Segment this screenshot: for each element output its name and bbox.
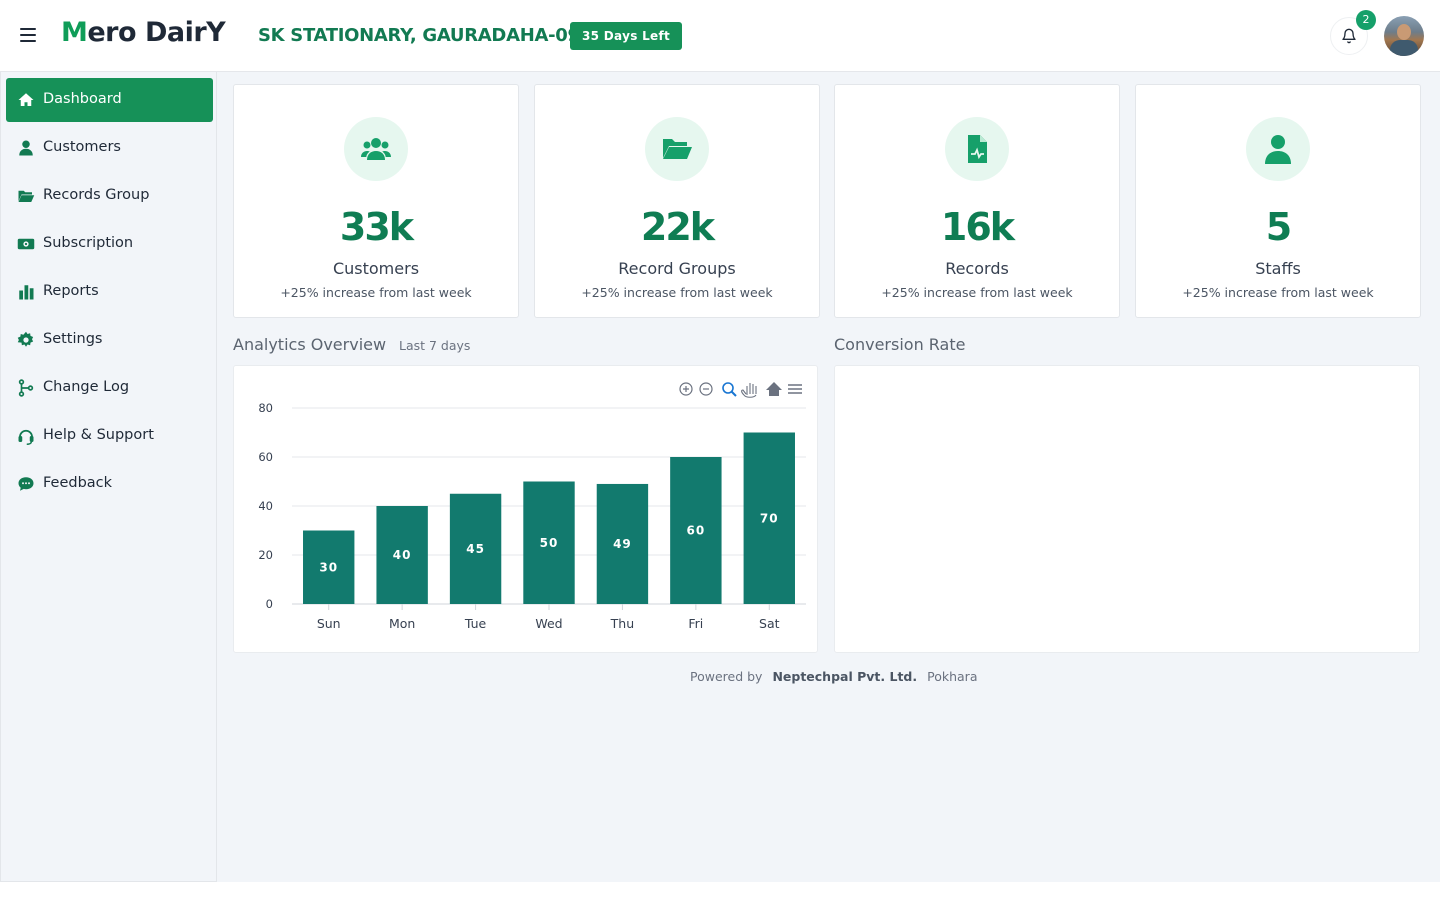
conversion-rate-panel <box>834 365 1420 653</box>
bottom-blank-strip <box>0 882 1440 900</box>
zoom-in-icon[interactable] <box>679 382 693 396</box>
bar-chart-icon <box>19 285 34 300</box>
stat-card-records: 16k Records +25% increase from last week <box>834 84 1120 318</box>
stat-change-text: +25% increase from last week <box>881 285 1073 300</box>
user-icon <box>1265 135 1291 164</box>
sidebar-item-label: Help & Support <box>43 427 154 443</box>
analytics-title: Analytics Overview <box>233 335 387 354</box>
folder-open-icon <box>663 139 692 159</box>
file-medical-icon <box>968 135 987 163</box>
sidebar-item-customers[interactable]: Customers <box>6 126 213 170</box>
footer-credit: Powered by Neptechpal Pvt. Ltd. Pokhara <box>690 669 978 684</box>
stat-icon-circle <box>945 117 1009 181</box>
sidebar-item-label: Reports <box>43 283 99 299</box>
bell-icon <box>1342 28 1356 44</box>
selection-zoom-icon[interactable] <box>722 382 737 397</box>
conversion-title: Conversion Rate <box>834 335 966 354</box>
stat-icon-circle <box>645 117 709 181</box>
stat-change-text: +25% increase from last week <box>1182 285 1374 300</box>
headset-icon <box>18 429 34 445</box>
stat-card-staffs: 5 Staffs +25% increase from last week <box>1135 84 1421 318</box>
sidebar-item-records-group[interactable]: Records Group <box>6 174 213 218</box>
analytics-chart-panel: 0 20 40 60 80 30 Sun 40 Mon 45 Tue 50 Wed 49 Thu 60 Fri 7… <box>233 365 818 653</box>
analytics-period: Last 7 days <box>399 338 471 353</box>
sidebar-item-label: Dashboard <box>43 91 122 107</box>
x-tick-label: Thu <box>610 616 634 631</box>
sidebar-item-change-log[interactable]: Change Log <box>6 366 213 410</box>
footer-location: Pokhara <box>927 669 978 684</box>
app-logo[interactable]: Mero DairY <box>61 17 226 48</box>
sidebar-item-label: Feedback <box>43 475 113 491</box>
bar-data-label: 49 <box>613 537 632 551</box>
home-icon <box>18 93 34 106</box>
stat-value: 22k <box>640 205 715 249</box>
y-tick-label: 80 <box>258 401 273 415</box>
user-icon <box>19 140 33 156</box>
stat-card-record-groups: 22k Record Groups +25% increase from las… <box>534 84 820 318</box>
sidebar-item-subscription[interactable]: Subscription <box>6 222 213 266</box>
x-tick-label: Sun <box>317 616 341 631</box>
business-name: SK STATIONARY, GAURADAHA-09 <box>258 25 580 46</box>
sidebar-item-settings[interactable]: Settings <box>6 318 213 362</box>
footer-powered-by: Powered by <box>690 669 763 684</box>
bar-data-label: 50 <box>540 536 559 550</box>
x-tick-label: Tue <box>464 616 487 631</box>
chart-menu-icon[interactable] <box>788 384 802 394</box>
branch-icon <box>18 379 34 397</box>
x-tick-label: Mon <box>389 616 415 631</box>
sidebar-item-label: Change Log <box>43 379 130 395</box>
bar-data-label: 40 <box>393 548 412 562</box>
notification-count-badge: 2 <box>1356 10 1376 30</box>
stat-label: Staffs <box>1255 259 1301 278</box>
x-tick-label: Sat <box>759 616 780 631</box>
bar-data-label: 60 <box>687 524 706 538</box>
stat-value: 33k <box>339 205 414 249</box>
hamburger-menu-icon[interactable] <box>18 24 40 46</box>
sidebar-item-label: Settings <box>43 331 103 347</box>
sidebar-item-label: Records Group <box>43 187 150 203</box>
zoom-out-icon[interactable] <box>699 382 713 396</box>
sidebar: Dashboard Customers Records Group Subscr… <box>0 72 217 882</box>
logo-initial: M <box>61 17 88 48</box>
stat-card-customers: 33k Customers +25% increase from last we… <box>233 84 519 318</box>
y-tick-label: 0 <box>266 597 273 611</box>
stat-change-text: +25% increase from last week <box>581 285 773 300</box>
top-header: Mero DairY SK STATIONARY, GAURADAHA-09 3… <box>0 0 1440 72</box>
users-icon <box>361 138 391 160</box>
x-tick-label: Fri <box>688 616 703 631</box>
subscription-days-badge: 35 Days Left <box>570 22 683 50</box>
gear-icon <box>17 331 34 347</box>
sidebar-item-dashboard[interactable]: Dashboard <box>6 78 213 122</box>
stat-icon-circle <box>344 117 408 181</box>
stat-label: Records <box>945 259 1009 278</box>
sidebar-item-help-support[interactable]: Help & Support <box>6 414 213 458</box>
folder-open-icon <box>18 190 35 202</box>
stat-icon-circle <box>1246 117 1310 181</box>
sidebar-item-feedback[interactable]: Feedback <box>6 462 213 506</box>
sidebar-item-label: Subscription <box>43 235 134 251</box>
pan-hand-icon[interactable] <box>741 383 757 398</box>
chat-icon <box>18 477 34 491</box>
main-content: 33k Customers +25% increase from last we… <box>217 72 1440 882</box>
footer-company-link[interactable]: Neptechpal Pvt. Ltd. <box>772 669 917 684</box>
stat-value: 5 <box>1265 205 1292 249</box>
bar-data-label: 30 <box>319 560 338 574</box>
bar-data-label: 70 <box>760 511 779 525</box>
analytics-bar-chart: 0 20 40 60 80 30 Sun 40 Mon 45 Tue 50 Wed 49 Thu 60 Fri 7… <box>258 382 806 631</box>
sidebar-item-label: Customers <box>43 139 121 155</box>
sidebar-item-reports[interactable]: Reports <box>6 270 213 314</box>
stat-value: 16k <box>940 205 1015 249</box>
user-avatar[interactable] <box>1384 16 1424 56</box>
y-tick-label: 20 <box>258 548 273 562</box>
bar-data-label: 45 <box>466 542 485 556</box>
reset-home-icon[interactable] <box>766 382 782 396</box>
money-bill-icon <box>17 238 35 250</box>
y-tick-label: 60 <box>258 450 273 464</box>
stat-label: Record Groups <box>618 259 736 278</box>
y-tick-label: 40 <box>258 499 273 513</box>
stat-label: Customers <box>332 259 420 278</box>
stat-change-text: +25% increase from last week <box>280 285 472 300</box>
x-tick-label: Wed <box>535 616 562 631</box>
logo-text: ero DairY <box>87 17 226 48</box>
